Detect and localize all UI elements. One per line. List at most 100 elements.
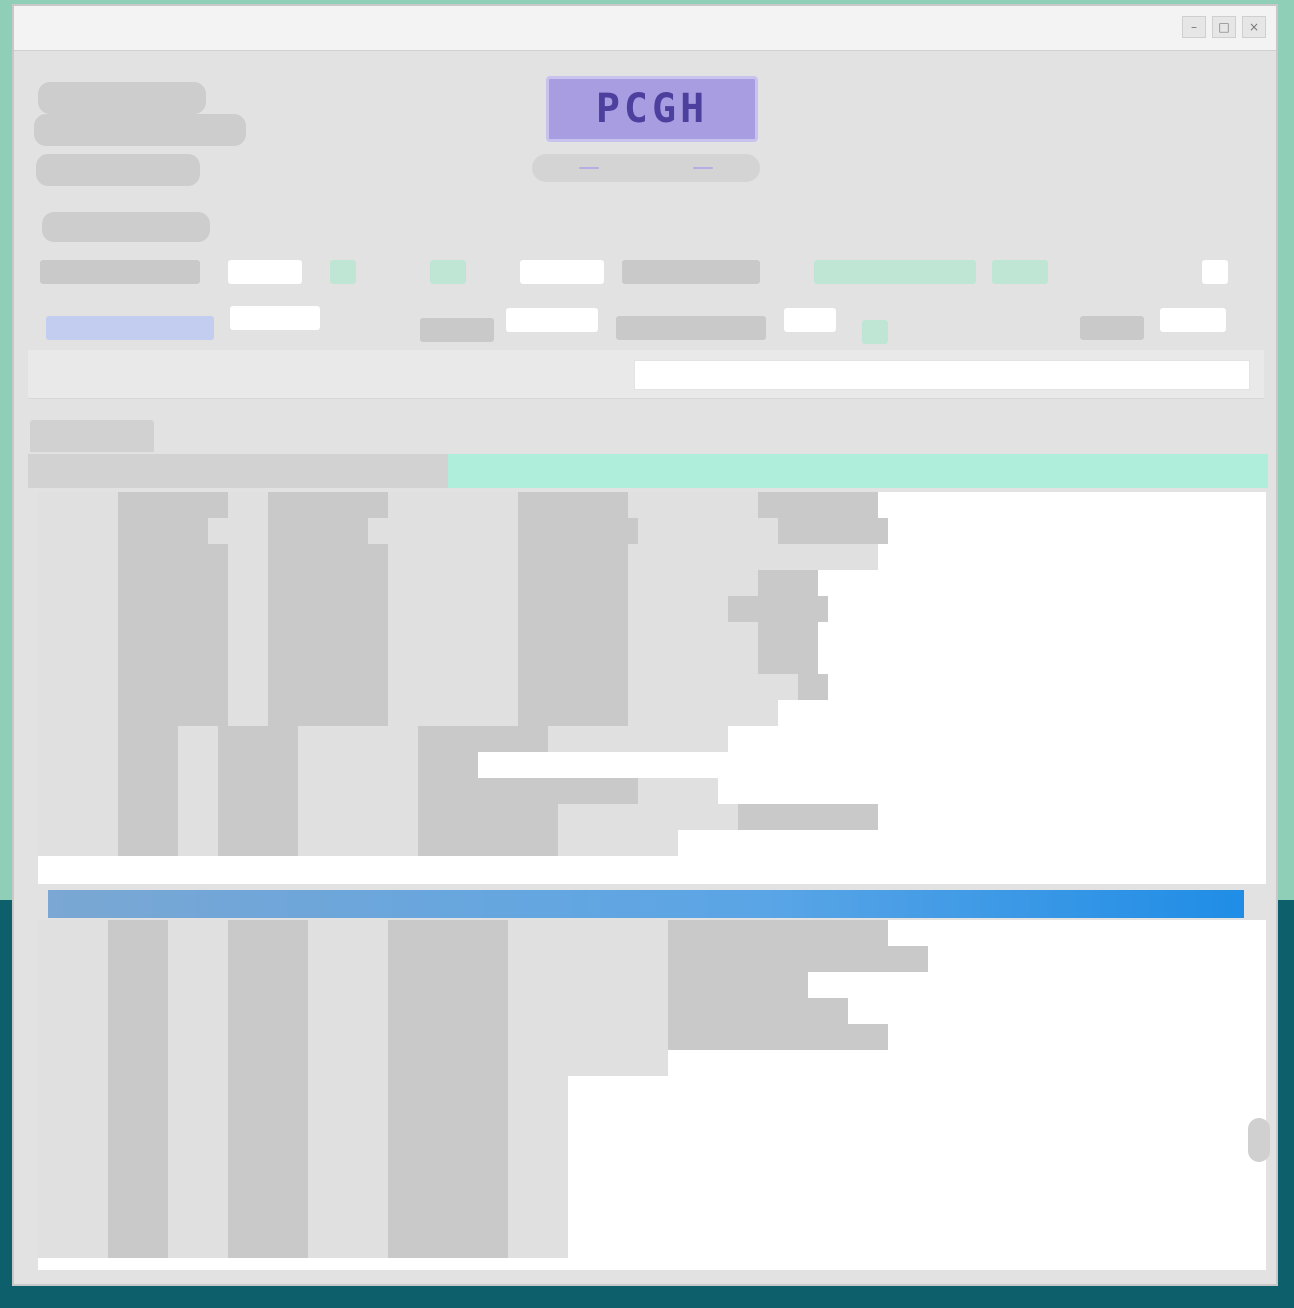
table-cell <box>508 1050 668 1076</box>
table-cell <box>38 998 108 1024</box>
table-cell <box>668 972 808 998</box>
table-row <box>38 804 1266 830</box>
title-bar[interactable]: – □ × <box>14 6 1276 51</box>
table-cell <box>558 830 678 856</box>
table-cell <box>228 674 268 700</box>
table-cell <box>38 492 118 518</box>
table-cell <box>778 518 888 544</box>
table-row <box>38 1024 1266 1050</box>
table-cell <box>108 946 168 972</box>
table-cell <box>108 1024 168 1050</box>
toolbar-input-2[interactable] <box>520 260 604 284</box>
close-button[interactable]: × <box>1242 16 1266 38</box>
toolbar-select-4[interactable] <box>420 318 494 342</box>
table-cell <box>108 972 168 998</box>
table-cell <box>118 648 228 674</box>
table-cell <box>388 544 518 570</box>
toolbar-select-6[interactable] <box>1080 316 1144 340</box>
command-input[interactable] <box>634 360 1250 390</box>
table-cell <box>218 804 298 830</box>
table-cell <box>168 972 228 998</box>
table-cell <box>308 1154 388 1180</box>
toolbar-input-3[interactable] <box>230 306 320 330</box>
table-cell <box>108 998 168 1024</box>
toolbar-button-3[interactable] <box>814 260 976 284</box>
toolbar-button-4[interactable] <box>992 260 1048 284</box>
table-cell <box>108 1102 168 1128</box>
table-cell <box>118 492 228 518</box>
toolbar-input-1[interactable] <box>228 260 302 284</box>
table-cell <box>388 1232 508 1258</box>
site-logo[interactable]: PCGH <box>546 76 758 142</box>
table-cell <box>178 726 218 752</box>
table-cell <box>388 1076 508 1102</box>
toolbar-select-1[interactable] <box>40 260 200 284</box>
header-chip-2[interactable] <box>34 114 246 146</box>
table-cell <box>38 622 118 648</box>
table-cell <box>628 648 758 674</box>
bottom-output-pane[interactable] <box>38 920 1266 1270</box>
table-cell <box>38 752 118 778</box>
table-cell <box>168 998 228 1024</box>
table-cell <box>108 1128 168 1154</box>
table-cell <box>38 972 108 998</box>
table-cell <box>38 804 118 830</box>
table-cell <box>668 946 928 972</box>
table-cell <box>38 920 108 946</box>
table-cell <box>168 1154 228 1180</box>
table-row <box>38 726 1266 752</box>
header-chip-3[interactable] <box>36 154 200 186</box>
table-cell <box>268 492 388 518</box>
table-cell <box>108 1050 168 1076</box>
header-chip-1[interactable] <box>38 82 206 114</box>
minimize-button[interactable]: – <box>1182 16 1206 38</box>
table-cell <box>388 1128 508 1154</box>
header-chip-4[interactable] <box>42 212 210 242</box>
toolbar-button-5[interactable] <box>862 320 888 344</box>
toolbar-select-2[interactable] <box>622 260 760 284</box>
toolbar-input-6[interactable] <box>1160 308 1226 332</box>
toolbar-button-2[interactable] <box>430 260 466 284</box>
table-row <box>38 1206 1266 1232</box>
table-row <box>38 1050 1266 1076</box>
toolbar-input-5[interactable] <box>784 308 836 332</box>
top-output-pane[interactable] <box>38 492 1266 884</box>
table-cell <box>168 1102 228 1128</box>
table-row <box>38 1154 1266 1180</box>
table-cell <box>388 1024 508 1050</box>
table-cell <box>508 1180 568 1206</box>
logo-link-2[interactable] <box>693 167 713 169</box>
pane-splitter[interactable] <box>48 890 1244 918</box>
table-cell <box>418 752 478 778</box>
table-cell <box>508 998 668 1024</box>
table-cell <box>228 972 308 998</box>
toolbar-select-3[interactable] <box>46 316 214 340</box>
toolbar-button-1[interactable] <box>330 260 356 284</box>
table-cell <box>38 1050 108 1076</box>
table-cell <box>108 1206 168 1232</box>
table-cell <box>228 998 308 1024</box>
table-row <box>38 972 1266 998</box>
table-cell <box>38 946 108 972</box>
table-row <box>38 492 1266 518</box>
toolbar-select-5[interactable] <box>616 316 766 340</box>
maximize-button[interactable]: □ <box>1212 16 1236 38</box>
table-cell <box>518 648 628 674</box>
table-cell <box>388 596 518 622</box>
toolbar-toggle-1[interactable] <box>1202 260 1228 284</box>
table-cell <box>228 1024 308 1050</box>
table-cell <box>418 804 558 830</box>
logo-link-1[interactable] <box>579 167 599 169</box>
table-cell <box>308 1024 388 1050</box>
table-row <box>38 1128 1266 1154</box>
table-cell <box>118 570 228 596</box>
table-cell <box>178 778 218 804</box>
scrollbar-handle[interactable] <box>1248 1118 1270 1162</box>
table-cell <box>108 920 168 946</box>
panel-tab[interactable] <box>30 420 154 452</box>
toolbar-input-4[interactable] <box>506 308 598 332</box>
table-cell <box>228 1102 308 1128</box>
table-cell <box>308 998 388 1024</box>
table-cell <box>228 596 268 622</box>
table-cell <box>228 920 308 946</box>
